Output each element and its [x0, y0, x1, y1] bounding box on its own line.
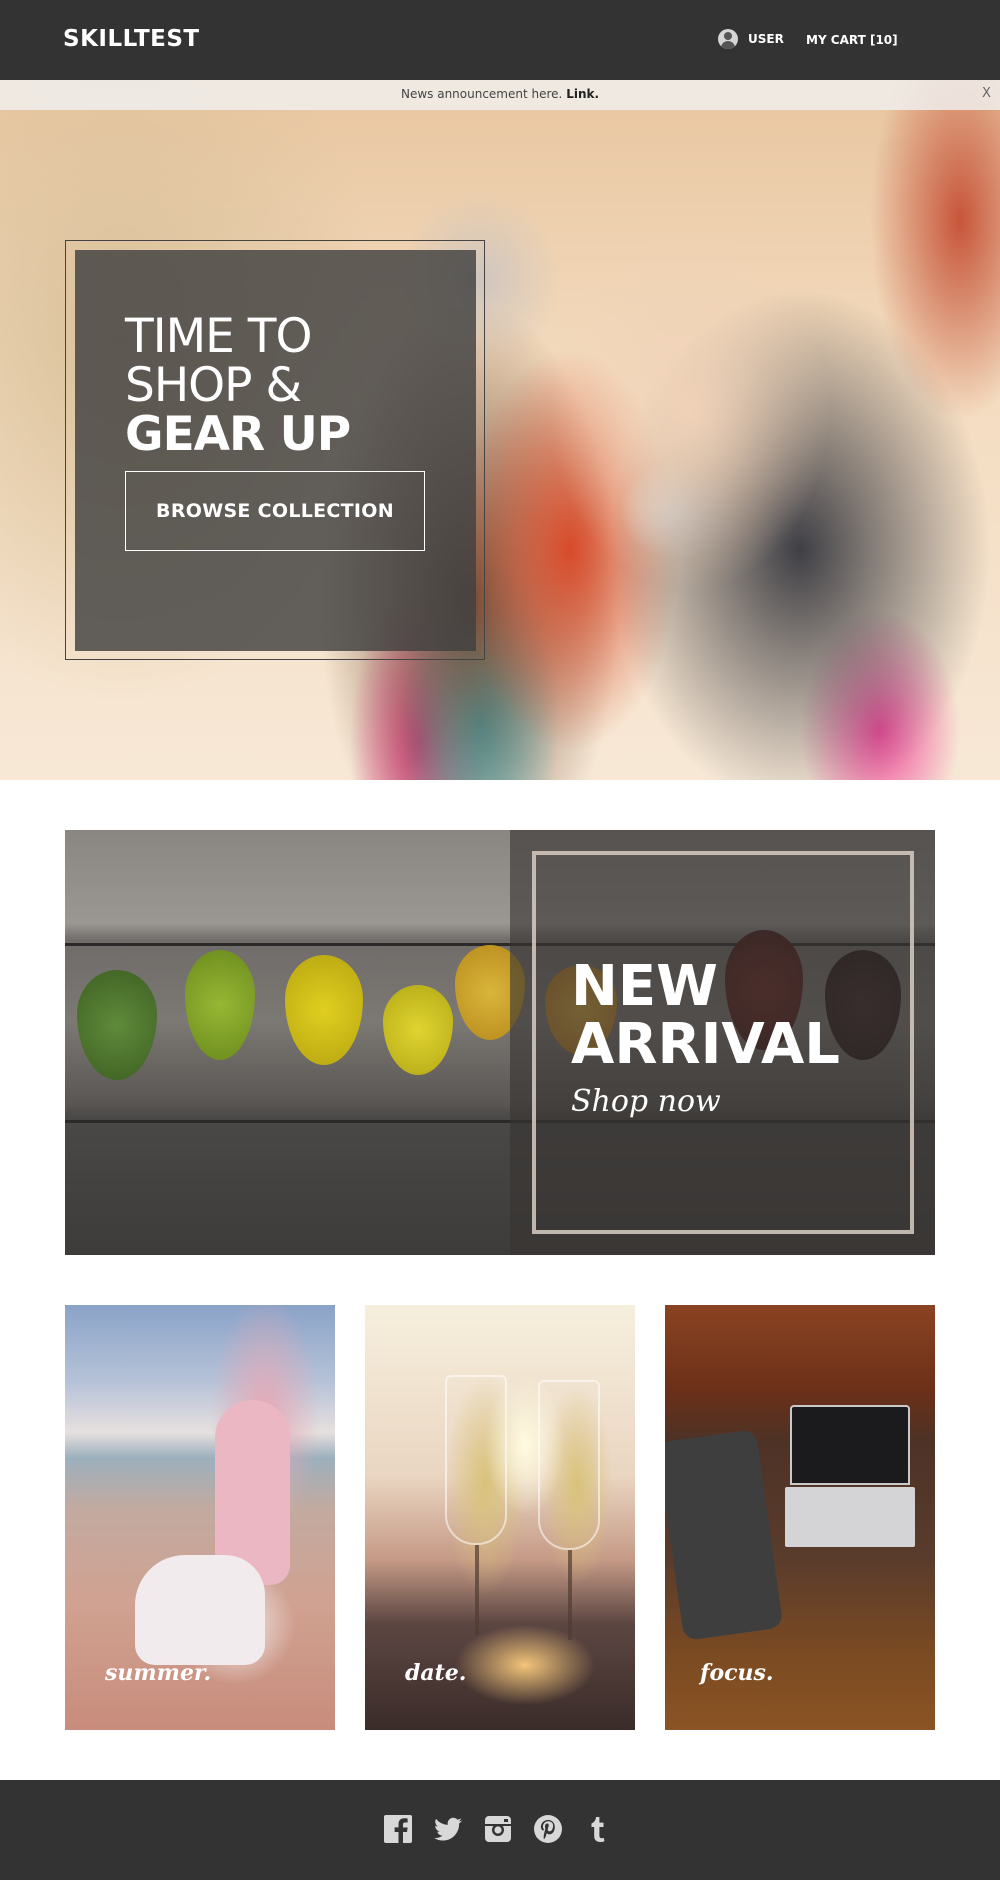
- user-icon: [718, 29, 738, 49]
- arrival-title-line1: NEW: [571, 954, 718, 1019]
- hero-title: TIME TO SHOP & GEAR UP: [125, 309, 351, 462]
- tile-label: date.: [405, 1660, 467, 1686]
- arrival-title: NEW ARRIVAL: [571, 958, 840, 1074]
- tile-focus[interactable]: focus.: [665, 1305, 935, 1730]
- tile-label: focus.: [700, 1660, 774, 1686]
- tumblr-icon[interactable]: [581, 1812, 615, 1846]
- announcement-message: News announcement here.: [400, 87, 563, 101]
- browse-collection-button[interactable]: BROWSE COLLECTION: [125, 471, 425, 551]
- hero-title-line3: GEAR UP: [125, 407, 351, 462]
- leaf-image: [383, 985, 453, 1075]
- laptop-keyboard: [785, 1487, 915, 1547]
- champagne-glass: [538, 1380, 600, 1550]
- announcement-link[interactable]: Link.: [566, 87, 599, 101]
- site-footer: [0, 1780, 1000, 1880]
- shop-now-link[interactable]: Shop now: [571, 1084, 721, 1119]
- tile-summer[interactable]: summer.: [65, 1305, 335, 1730]
- hero-title-line2: SHOP &: [125, 358, 302, 413]
- leaf-image: [77, 970, 157, 1080]
- instagram-icon[interactable]: [481, 1812, 515, 1846]
- tile-photo-figure: [135, 1555, 265, 1665]
- laptop-image: [790, 1405, 910, 1485]
- announcement-text: News announcement here. Link.: [0, 87, 1000, 101]
- site-logo[interactable]: SKILLTEST: [63, 26, 200, 52]
- site-header: SKILLTEST USER MY CART [10]: [0, 0, 1000, 80]
- facebook-icon[interactable]: [381, 1812, 415, 1846]
- hero-title-line1: TIME TO: [125, 309, 312, 364]
- pinterest-icon[interactable]: [531, 1812, 565, 1846]
- hero-banner: News announcement here. Link. X TIME TO …: [0, 80, 1000, 780]
- pillow-image: [665, 1429, 784, 1641]
- glass-stem: [475, 1545, 479, 1635]
- leaf-image: [185, 950, 255, 1060]
- announcement-bar: News announcement here. Link. X: [0, 80, 1000, 110]
- twitter-icon[interactable]: [431, 1812, 465, 1846]
- tile-date[interactable]: date.: [365, 1305, 635, 1730]
- champagne-glass: [445, 1375, 507, 1545]
- leaf-image: [285, 955, 363, 1065]
- tile-label: summer.: [105, 1660, 212, 1686]
- glass-stem: [568, 1550, 572, 1640]
- cart-link[interactable]: MY CART [10]: [806, 33, 898, 47]
- user-account-link[interactable]: USER: [718, 29, 784, 49]
- announcement-close-button[interactable]: X: [982, 86, 991, 101]
- user-label: USER: [748, 32, 784, 46]
- arrival-title-line2: ARRIVAL: [571, 1012, 840, 1077]
